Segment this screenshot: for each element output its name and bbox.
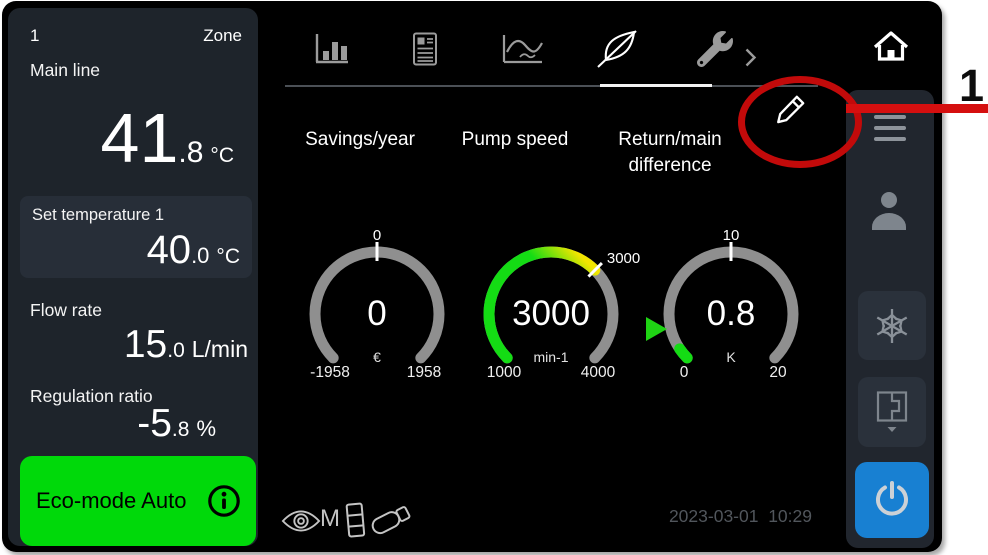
return-diff-gauge: 10 0.8 K 0 20 bbox=[641, 220, 821, 392]
annotation-number: 1 bbox=[959, 60, 984, 112]
monitor-mode-letter: M bbox=[320, 505, 340, 533]
set-temperature-value: 40.0 °C bbox=[147, 230, 240, 270]
regulation-ratio-label: Regulation ratio bbox=[30, 386, 153, 407]
svg-text:0: 0 bbox=[367, 294, 386, 333]
status-datetime: 2023-03-01 10:29 bbox=[650, 506, 812, 527]
svg-text:1000: 1000 bbox=[487, 364, 522, 381]
home-icon bbox=[873, 30, 909, 62]
svg-text:0: 0 bbox=[373, 227, 381, 244]
sidebar-cooling-button[interactable] bbox=[858, 291, 926, 360]
snowflake-icon bbox=[873, 307, 911, 345]
zone-title: Zone bbox=[203, 26, 242, 46]
savings-gauge: 0 0 € -1958 1958 bbox=[287, 220, 467, 392]
svg-text:3000: 3000 bbox=[512, 294, 590, 333]
tab-report[interactable] bbox=[402, 30, 448, 68]
power-icon bbox=[872, 480, 912, 520]
svg-text:1958: 1958 bbox=[407, 364, 441, 381]
eco-mode-button[interactable]: Eco-mode Auto bbox=[20, 456, 256, 546]
svg-text:20: 20 bbox=[769, 364, 787, 381]
usb-icon bbox=[368, 500, 416, 538]
svg-text:3000: 3000 bbox=[607, 250, 640, 267]
pencil-icon bbox=[774, 92, 808, 126]
sidebar-zones-button[interactable] bbox=[858, 377, 926, 447]
svg-text:0.8: 0.8 bbox=[707, 294, 756, 333]
sidebar-power-button[interactable] bbox=[855, 462, 929, 538]
document-icon bbox=[412, 32, 439, 67]
gauge-title-pump-speed: Pump speed bbox=[440, 127, 590, 153]
eye-icon bbox=[281, 507, 321, 535]
page-background: 1 Zone Main line 41.8 °C Set temperature… bbox=[0, 0, 988, 555]
svg-text:-1958: -1958 bbox=[310, 364, 350, 381]
info-icon[interactable] bbox=[206, 483, 242, 519]
svg-text:€: € bbox=[373, 349, 381, 365]
flow-rate-label: Flow rate bbox=[30, 300, 102, 321]
zone-header: 1 Zone bbox=[30, 26, 242, 46]
svg-text:0: 0 bbox=[680, 364, 689, 381]
tab-eco[interactable] bbox=[594, 30, 640, 68]
wrench-icon bbox=[697, 31, 733, 67]
svg-text:min-1: min-1 bbox=[533, 349, 568, 365]
module-icon bbox=[344, 501, 368, 541]
green-arrow-indicator bbox=[646, 317, 667, 341]
zones-icon bbox=[875, 391, 909, 433]
set-temperature-label: Set temperature 1 bbox=[32, 206, 164, 225]
regulation-ratio-value: -5.8 % bbox=[137, 404, 216, 443]
svg-text:4000: 4000 bbox=[581, 364, 616, 381]
sidebar-home-button[interactable] bbox=[848, 6, 933, 86]
zone-panel: 1 Zone Main line 41.8 °C Set temperature… bbox=[8, 8, 258, 546]
tab-trends[interactable] bbox=[500, 30, 546, 68]
leaf-icon bbox=[594, 27, 640, 71]
tab-settings[interactable] bbox=[692, 30, 738, 68]
pump-speed-gauge: 3000 3000 min-1 1000 4000 bbox=[461, 220, 641, 392]
gauge-title-savings: Savings/year bbox=[285, 127, 435, 153]
chevron-right-icon bbox=[744, 47, 757, 68]
eco-mode-label: Eco-mode Auto bbox=[36, 488, 186, 514]
edit-button[interactable] bbox=[773, 92, 809, 128]
trend-icon bbox=[501, 33, 545, 65]
tabs-more-button[interactable] bbox=[740, 38, 760, 76]
tab-divider bbox=[285, 85, 818, 87]
main-line-value: 41.8 °C bbox=[101, 103, 234, 173]
set-temperature-card[interactable]: Set temperature 1 40.0 °C bbox=[20, 196, 252, 278]
svg-text:K: K bbox=[726, 349, 736, 365]
svg-text:10: 10 bbox=[723, 227, 740, 244]
bar-chart-icon bbox=[313, 31, 351, 67]
main-line-label: Main line bbox=[30, 60, 100, 81]
sidebar-user-button[interactable] bbox=[867, 190, 911, 234]
menu-icon bbox=[872, 115, 908, 141]
gauge-title-return-diff: Return/main difference bbox=[595, 127, 745, 178]
zone-number: 1 bbox=[30, 26, 39, 46]
flow-rate-value: 15.0 L/min bbox=[124, 325, 248, 364]
user-icon bbox=[867, 190, 911, 232]
sidebar-menu-button[interactable] bbox=[872, 112, 908, 150]
tab-statistics[interactable] bbox=[309, 30, 355, 68]
active-tab-underline bbox=[600, 84, 712, 87]
